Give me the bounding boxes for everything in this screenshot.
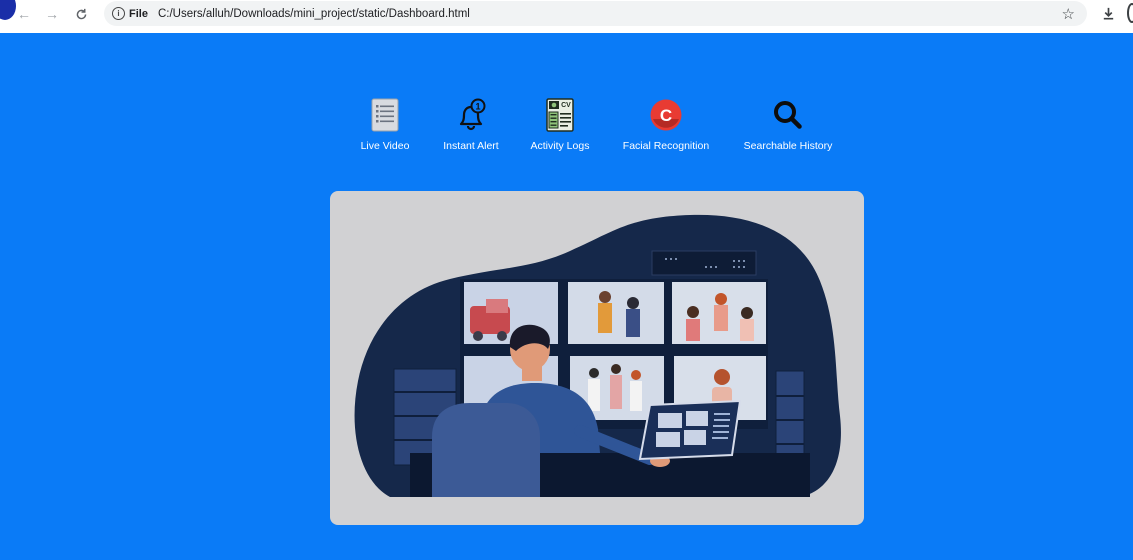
svg-text:CV: CV	[561, 102, 571, 109]
url-text[interactable]: C:/Users/alluh/Downloads/mini_project/st…	[158, 8, 470, 20]
feature-label: Instant Alert	[443, 140, 499, 152]
feature-activity-logs[interactable]: CV Activity Logs	[527, 97, 593, 152]
info-icon: i	[112, 7, 125, 20]
star-icon[interactable]: ☆	[1062, 5, 1075, 23]
feature-label: Activity Logs	[530, 140, 590, 152]
feature-instant-alert[interactable]: 1 Instant Alert	[440, 97, 502, 152]
hero-illustration-card	[330, 191, 864, 525]
browser-toolbar: ← → i File C:/Users/alluh/Downloads/mini…	[0, 0, 1133, 33]
download-icon[interactable]	[1097, 2, 1119, 24]
feature-label: Searchable History	[743, 140, 833, 152]
search-magnifier-icon	[770, 97, 806, 133]
svg-text:1: 1	[475, 102, 480, 112]
surveillance-illustration	[354, 214, 841, 497]
red-c-logo-icon: C	[648, 97, 684, 133]
list-document-icon	[367, 97, 403, 133]
feature-live-video[interactable]: Live Video	[358, 97, 412, 152]
feature-searchable-history[interactable]: Searchable History	[740, 97, 836, 152]
cv-document-icon: CV	[542, 97, 578, 133]
feature-label: Facial Recognition	[622, 140, 710, 152]
profile-avatar[interactable]	[1127, 3, 1133, 23]
forward-arrow-icon[interactable]: →	[41, 3, 63, 25]
reload-icon[interactable]	[70, 3, 92, 25]
back-arrow-icon[interactable]: ←	[13, 3, 35, 25]
feature-label: Live Video	[360, 140, 410, 152]
address-bar[interactable]: i File C:/Users/alluh/Downloads/mini_pro…	[104, 1, 1087, 26]
bell-notification-icon: 1	[453, 97, 489, 133]
feature-facial-recognition[interactable]: C Facial Recognition	[619, 97, 713, 152]
svg-text:C: C	[660, 106, 672, 125]
site-info-chip[interactable]: i File	[112, 7, 148, 20]
site-info-label: File	[129, 7, 148, 20]
